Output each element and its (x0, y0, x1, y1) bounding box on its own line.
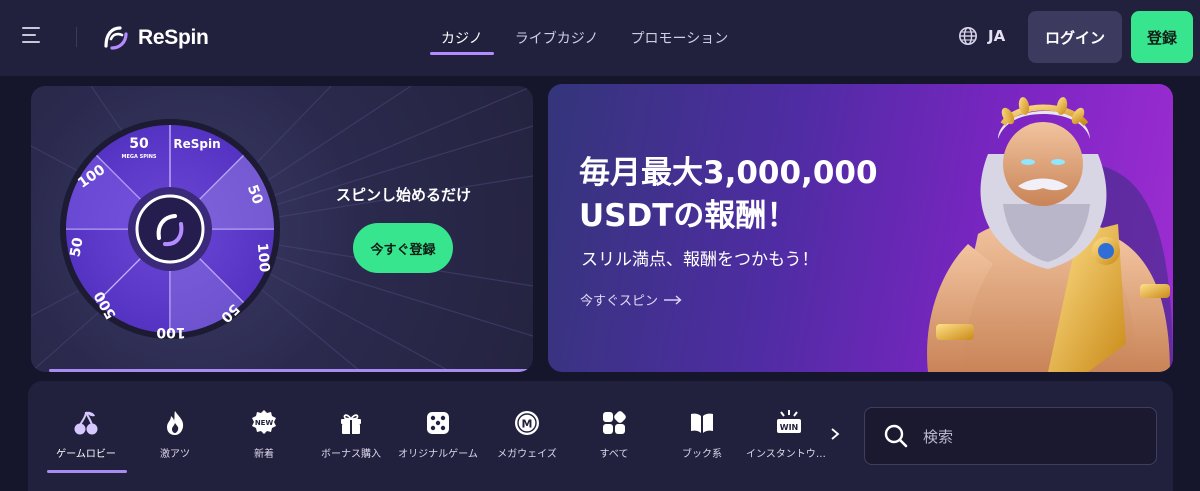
tab-casino[interactable]: カジノ (430, 0, 494, 76)
active-category-underline (47, 470, 127, 473)
dice-icon (427, 412, 449, 434)
win-badge-text: WIN (780, 423, 799, 432)
wheel-value: 100 (156, 324, 185, 340)
gift-icon (341, 414, 361, 434)
category-all[interactable]: すべて (571, 409, 657, 460)
language-selector[interactable]: JA (958, 26, 1005, 46)
category-new[interactable]: NEW 新着 (221, 409, 307, 460)
category-label: 新着 (254, 449, 274, 460)
respin-logo-icon (104, 26, 128, 50)
brand-name: ReSpin (138, 26, 209, 49)
promo-card-rewards[interactable]: 毎月最大3,000,000 USDTの報酬！ スリル満点、報酬をつかもう！ 今す… (548, 84, 1173, 372)
category-label: ゲームロビー (56, 449, 116, 460)
category-lobby[interactable]: ゲームロビー (43, 409, 129, 460)
category-label: ブック系 (682, 449, 722, 460)
promo-progress-bar (49, 369, 531, 372)
category-label: ボーナス購入 (321, 449, 381, 460)
wheel-brand: ReSpin (173, 137, 220, 151)
category-books[interactable]: ブック系 (659, 409, 745, 460)
category-label: すべて (599, 449, 629, 460)
promo-subtitle: スリル満点、報酬をつかもう！ (581, 250, 819, 270)
search-placeholder: 検索 (923, 427, 954, 446)
wheel-caption: MEGA SPINS (121, 154, 156, 160)
register-now-button[interactable]: 今すぐ登録 (353, 223, 453, 273)
promo-spin-title: スピンし始めるだけ (335, 186, 471, 204)
login-button[interactable]: ログイン (1028, 11, 1122, 63)
globe-icon (959, 27, 977, 45)
register-button[interactable]: 登録 (1131, 11, 1193, 63)
hamburger-menu-icon[interactable] (22, 27, 44, 47)
cherry-icon (74, 411, 98, 435)
top-header: ReSpin カジノ ライブカジノ プロモーション JA ログイン 登録 (0, 0, 1200, 76)
game-category-bar: ゲームロビー 激アツ NEW 新着 ボーナス購入 オリジナルゲーム M メガウェ… (28, 381, 1173, 491)
header-divider (76, 27, 77, 47)
prize-wheel[interactable]: 50 ReSpin 50 100 50 100 500 50 100 MEGA … (59, 118, 281, 340)
instant-win-icon: WIN (777, 410, 801, 433)
category-hot[interactable]: 激アツ (132, 409, 218, 460)
search-icon (884, 424, 908, 448)
category-label: メガウェイズ (497, 449, 557, 460)
main-nav: カジノ ライブカジノ プロモーション (430, 0, 749, 76)
category-megaways[interactable]: M メガウェイズ (484, 409, 570, 460)
zeus-illustration (927, 97, 1173, 372)
spin-now-link[interactable]: 今すぐスピン (580, 290, 682, 309)
flame-icon (167, 411, 184, 435)
new-badge-icon: NEW (252, 410, 276, 434)
brand-logo[interactable]: ReSpin (102, 22, 209, 54)
wheel-value: 100 (254, 242, 273, 273)
tab-live-casino[interactable]: ライブカジノ (504, 0, 610, 76)
promo-headline: 毎月最大3,000,000 USDTの報酬！ (579, 155, 878, 234)
book-icon (691, 413, 713, 433)
chevron-right-icon[interactable] (829, 427, 841, 441)
promo-card-spin[interactable]: 50 ReSpin 50 100 50 100 500 50 100 MEGA … (31, 86, 533, 372)
wheel-value: 50 (129, 136, 149, 152)
language-label: JA (988, 27, 1006, 45)
spin-now-label: 今すぐスピン (580, 294, 659, 309)
megaways-badge-text: M (522, 418, 533, 431)
new-badge-text: NEW (255, 419, 274, 427)
tab-promotions[interactable]: プロモーション (619, 0, 739, 76)
category-label: 激アツ (160, 449, 190, 460)
grid-icon (603, 411, 626, 434)
megaways-icon: M (515, 411, 539, 435)
arrow-right-icon (664, 294, 682, 305)
category-instant-win[interactable]: WIN インスタントウィン (746, 409, 832, 460)
category-label: オリジナルゲーム (398, 449, 478, 460)
category-original[interactable]: オリジナルゲーム (395, 409, 481, 460)
wheel-value: 50 (67, 236, 86, 258)
category-bonus-buy[interactable]: ボーナス購入 (308, 409, 394, 460)
game-search-input[interactable]: 検索 (864, 407, 1157, 465)
category-label: インスタントウィン (746, 449, 832, 460)
